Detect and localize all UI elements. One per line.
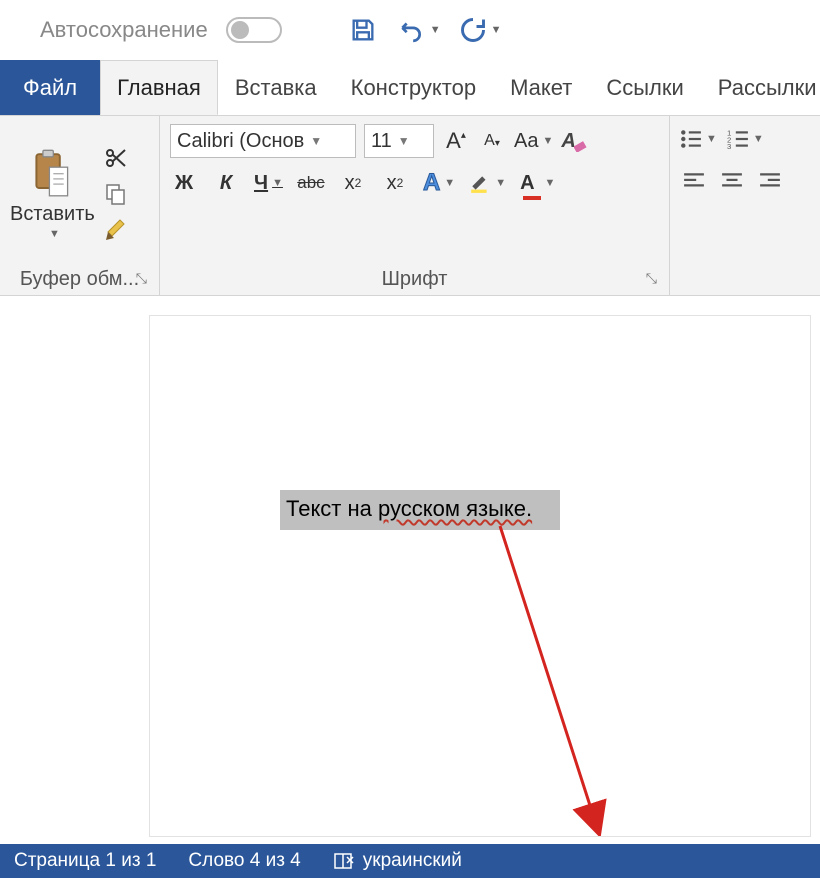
status-word-count[interactable]: Слово 4 из 4 [188, 850, 300, 872]
font-name-combo[interactable]: Calibri (Основ▼ [170, 124, 356, 158]
chevron-down-icon: ▼ [444, 177, 455, 189]
redo-icon [459, 16, 487, 44]
status-page[interactable]: Страница 1 из 1 [14, 850, 156, 872]
font-color-button[interactable]: A ▼ [520, 168, 555, 198]
eraser-icon [574, 138, 588, 152]
proofing-icon [333, 851, 355, 871]
highlight-button[interactable]: ▼ [469, 168, 506, 198]
paste-label: Вставить [10, 203, 95, 226]
group-paragraph: ▼ 123 ▼ [670, 116, 820, 295]
quick-access-toolbar: Автосохранение ▼ ▼ [0, 0, 820, 60]
subscript-button[interactable]: x2 [339, 168, 367, 198]
format-painter-button[interactable] [103, 217, 129, 243]
chevron-down-icon: ▼ [49, 228, 60, 240]
redo-button[interactable]: ▼ [459, 15, 502, 45]
undo-button[interactable]: ▼ [396, 15, 441, 45]
svg-text:3: 3 [727, 142, 731, 149]
brush-icon [104, 218, 128, 242]
status-bar: Страница 1 из 1 Слово 4 из 4 украинский [0, 844, 820, 878]
bold-button[interactable]: Ж [170, 168, 198, 198]
tab-insert[interactable]: Вставка [218, 60, 334, 115]
tab-home[interactable]: Главная [100, 60, 218, 115]
chevron-down-icon: ▼ [491, 24, 502, 36]
tab-design[interactable]: Конструктор [334, 60, 493, 115]
align-right-icon [759, 172, 781, 190]
chevron-down-icon: ▼ [753, 133, 764, 145]
scissors-icon [104, 146, 128, 170]
italic-button[interactable]: К [212, 168, 240, 198]
group-font: Calibri (Основ▼ 11▼ A▴ A▾ Aa▼ A Ж К Ч▼ a… [160, 116, 670, 295]
tab-mailings[interactable]: Рассылки [701, 60, 820, 115]
change-case-button[interactable]: Aa▼ [514, 126, 553, 156]
align-right-button[interactable] [756, 166, 784, 196]
chevron-down-icon: ▼ [430, 24, 441, 36]
font-size-combo[interactable]: 11▼ [364, 124, 434, 158]
align-center-icon [721, 172, 743, 190]
chevron-down-icon: ▼ [545, 177, 556, 189]
status-language[interactable]: украинский [333, 850, 462, 872]
bullets-button[interactable]: ▼ [680, 124, 717, 154]
paste-button[interactable]: Вставить ▼ [10, 124, 95, 264]
dialog-launcher-icon[interactable]: ⤡ [646, 270, 657, 287]
document-workspace: Текст на русском языке. [0, 296, 820, 844]
cut-button[interactable] [103, 145, 129, 171]
save-icon [349, 16, 377, 44]
tab-layout[interactable]: Макет [493, 60, 589, 115]
shrink-font-button[interactable]: A▾ [478, 126, 506, 156]
chevron-down-icon: ▼ [495, 177, 506, 189]
toggle-knob [231, 21, 249, 39]
chevron-down-icon: ▼ [398, 134, 410, 148]
selected-text[interactable]: Текст на русском языке. [280, 490, 560, 530]
numbering-button[interactable]: 123 ▼ [727, 124, 764, 154]
chevron-down-icon: ▼ [310, 134, 322, 148]
dialog-launcher-icon[interactable]: ⤡ [136, 270, 147, 287]
superscript-button[interactable]: x2 [381, 168, 409, 198]
ribbon-tabs: Файл Главная Вставка Конструктор Макет С… [0, 60, 820, 116]
text-effects-button[interactable]: A▼ [423, 168, 455, 198]
copy-icon [104, 182, 128, 206]
undo-icon [396, 17, 426, 43]
save-button[interactable] [348, 15, 378, 45]
strikethrough-button[interactable]: abc [297, 168, 325, 198]
group-clipboard: Вставить ▼ Буфер обм... ⤡ [0, 116, 160, 295]
chevron-down-icon: ▼ [272, 177, 283, 189]
tab-file[interactable]: Файл [0, 60, 100, 115]
group-label-clipboard: Буфер обм... ⤡ [10, 264, 149, 291]
align-center-button[interactable] [718, 166, 746, 196]
align-left-button[interactable] [680, 166, 708, 196]
annotation-arrow [150, 316, 810, 836]
group-label-paragraph [680, 287, 810, 291]
bullet-list-icon [680, 129, 702, 149]
ribbon: Вставить ▼ Буфер обм... ⤡ [0, 116, 820, 296]
paste-icon [30, 149, 74, 201]
spellcheck-marked-text: русском языке. [378, 496, 532, 521]
autosave-label: Автосохранение [40, 17, 208, 43]
underline-button[interactable]: Ч▼ [254, 168, 283, 198]
numbered-list-icon: 123 [727, 129, 749, 149]
document-page[interactable]: Текст на русском языке. [150, 316, 810, 836]
group-label-font: Шрифт ⤡ [170, 264, 659, 291]
clear-formatting-button[interactable]: A [561, 126, 589, 156]
highlighter-icon [469, 172, 491, 194]
chevron-down-icon: ▼ [542, 135, 553, 147]
tab-references[interactable]: Ссылки [589, 60, 700, 115]
autosave-toggle[interactable] [226, 17, 282, 43]
grow-font-button[interactable]: A▴ [442, 126, 470, 156]
copy-button[interactable] [103, 181, 129, 207]
chevron-down-icon: ▼ [706, 133, 717, 145]
align-left-icon [683, 172, 705, 190]
